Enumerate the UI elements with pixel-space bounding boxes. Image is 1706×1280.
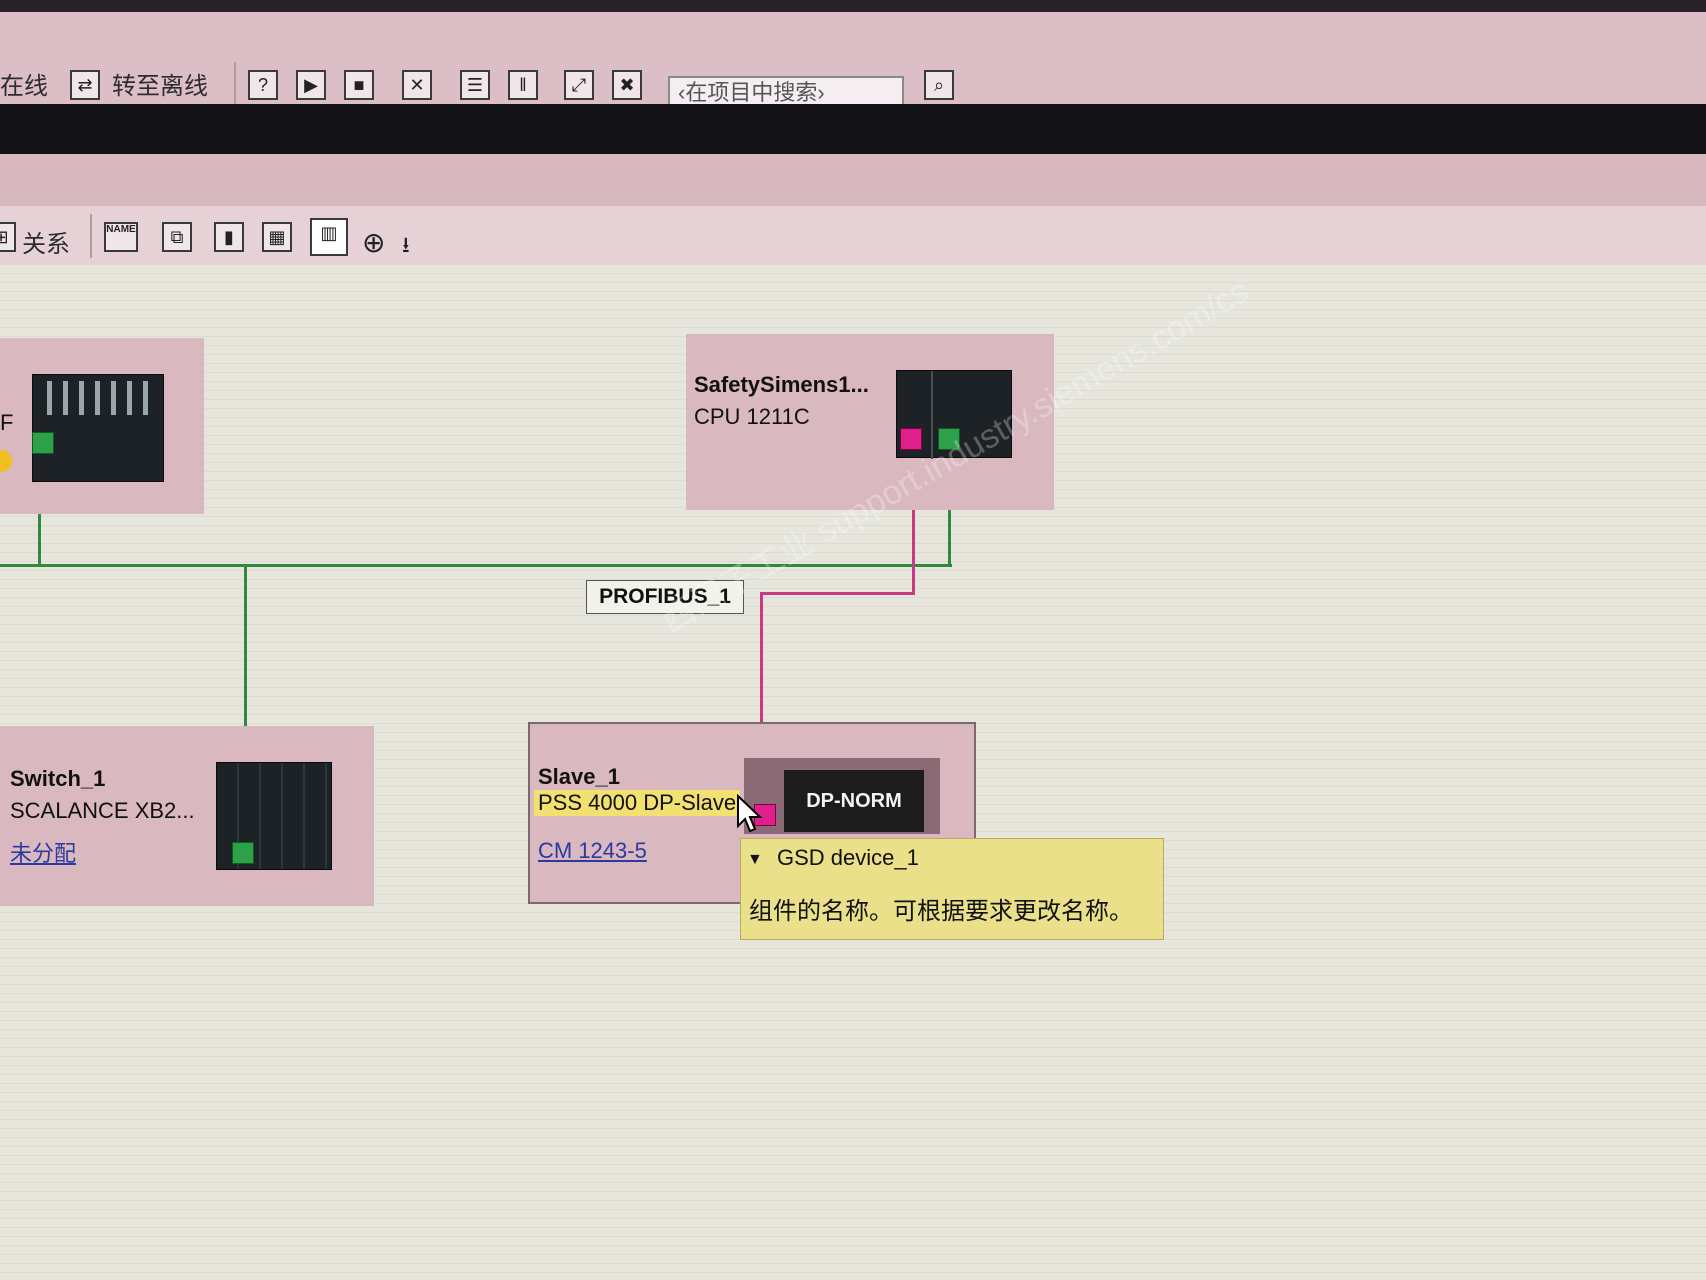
component-tooltip: ▼ GSD device_1 组件的名称。可根据要求更改名称。 bbox=[740, 838, 1164, 940]
editor-title-band bbox=[0, 154, 1706, 207]
download-icon[interactable]: ⭳ bbox=[402, 228, 410, 266]
device-type: CPU 1211C bbox=[694, 404, 810, 429]
device-names-icon[interactable]: NAME bbox=[104, 222, 138, 252]
go-online-button[interactable]: 在线 bbox=[0, 66, 48, 101]
ethernet-port-icon[interactable] bbox=[232, 842, 254, 864]
device-name-fragment: F bbox=[0, 410, 14, 435]
dark-separator-band bbox=[0, 104, 1706, 154]
toolbar-separator bbox=[234, 62, 236, 106]
device-name[interactable]: Slave_1 bbox=[538, 764, 620, 790]
zoom-in-icon[interactable]: ⊕ bbox=[362, 226, 385, 259]
split-vertical-icon[interactable]: ‖ bbox=[508, 70, 538, 100]
collapse-arrow-icon[interactable]: ▼ bbox=[747, 851, 763, 869]
device-name[interactable]: Switch_1 bbox=[10, 766, 105, 792]
go-offline-icon[interactable]: ⇄ bbox=[70, 70, 100, 100]
tooltip-description: 组件的名称。可根据要求更改名称。 bbox=[749, 898, 1133, 925]
profibus-connector bbox=[912, 555, 915, 595]
dp-norm-module[interactable]: DP-NORM bbox=[784, 770, 924, 832]
tooltip-title: GSD device_1 bbox=[777, 845, 919, 870]
device-name[interactable]: SafetySimens1... bbox=[694, 372, 869, 398]
stop-cpu-icon[interactable]: ■ bbox=[344, 70, 374, 100]
ethernet-port-icon[interactable] bbox=[32, 432, 54, 454]
split-horizontal-icon[interactable]: ☰ bbox=[460, 70, 490, 100]
go-offline-button[interactable]: 转至离线 bbox=[112, 66, 208, 101]
window-top-strip bbox=[0, 0, 1706, 12]
relations-icon[interactable]: ⊞ bbox=[0, 222, 16, 252]
device-type: SCALANCE XB2... bbox=[10, 798, 195, 823]
status-indicator-icon bbox=[0, 450, 12, 472]
main-toolbar: 在线 ⇄ 转至离线 ? ▶ ■ ✕ ☰ ‖ ⤢ ✖ ‹在项目中搜索› ⌕ bbox=[0, 12, 1706, 110]
device-type: PSS 4000 DP-Slave bbox=[534, 790, 741, 816]
table-view-icon[interactable]: ▦ bbox=[262, 222, 292, 252]
cm-module-link[interactable]: CM 1243-5 bbox=[538, 838, 647, 864]
cross-reference-icon[interactable]: ✕ bbox=[402, 70, 432, 100]
network-connections-icon[interactable]: ⧉ bbox=[162, 222, 192, 252]
show-interface-icon[interactable]: ▮ bbox=[214, 222, 244, 252]
device-left-partial[interactable]: F bbox=[0, 338, 204, 514]
overview-icon[interactable]: ▥ bbox=[310, 218, 348, 256]
device-switch[interactable]: Switch_1 SCALANCE XB2... 未分配 bbox=[0, 726, 374, 906]
terminal-strip bbox=[47, 381, 151, 415]
network-view-toolbar: ⊞ 关系 NAME ⧉ ▮ ▦ ▥ ⊕ ⭳ bbox=[0, 206, 1706, 265]
relations-button[interactable]: 关系 bbox=[22, 224, 70, 259]
profibus-bus-line bbox=[760, 592, 914, 595]
accessible-devices-icon[interactable]: ? bbox=[248, 70, 278, 100]
unassigned-link[interactable]: 未分配 bbox=[10, 836, 76, 868]
maximize-area-icon[interactable]: ⤢ bbox=[564, 70, 594, 100]
toolbar-separator bbox=[90, 214, 92, 258]
start-cpu-icon[interactable]: ▶ bbox=[296, 70, 326, 100]
mouse-cursor-icon bbox=[737, 794, 763, 833]
close-area-icon[interactable]: ✖ bbox=[612, 70, 642, 100]
search-execute-icon[interactable]: ⌕ bbox=[924, 70, 954, 100]
plc-module-image bbox=[32, 374, 164, 482]
